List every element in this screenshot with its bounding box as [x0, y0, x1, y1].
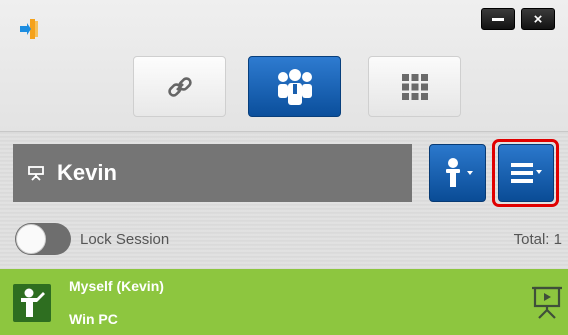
users-icon	[277, 68, 312, 105]
app-window: × Kevin Lock Session Total: 1 Myself (Ke…	[0, 0, 568, 335]
minimize-icon	[492, 17, 504, 21]
present-screen-icon[interactable]	[531, 285, 563, 321]
current-user-name: Kevin	[57, 160, 117, 185]
session-panel: Kevin Lock Session Total: 1	[0, 132, 568, 269]
presenter-role-icon	[445, 158, 473, 187]
presenter-board-icon	[28, 166, 44, 181]
participant-row[interactable]: Myself (Kevin) Win PC	[0, 269, 568, 335]
lock-session-label: Lock Session	[80, 231, 170, 248]
total-count: Total: 1	[513, 231, 562, 248]
close-icon: ×	[533, 10, 543, 28]
title-bar: ×	[0, 0, 568, 132]
link-icon	[167, 76, 192, 97]
participant-device: Win PC	[69, 311, 118, 327]
role-dropdown-button[interactable]	[429, 144, 486, 202]
participant-name: Myself (Kevin)	[69, 278, 164, 294]
grid-icon	[401, 73, 428, 100]
minimize-button[interactable]	[481, 8, 515, 30]
tab-link[interactable]	[133, 56, 226, 117]
tab-users[interactable]	[248, 56, 341, 117]
toggle-knob	[16, 224, 46, 254]
presenter-icon	[13, 284, 51, 322]
close-button[interactable]: ×	[521, 8, 555, 30]
tab-grid[interactable]	[368, 56, 461, 117]
current-user-bar: Kevin	[13, 144, 412, 202]
menu-dropdown-button[interactable]	[498, 144, 554, 202]
app-logo-icon	[18, 18, 40, 40]
lock-session-toggle[interactable]	[15, 223, 71, 255]
hamburger-menu-icon	[511, 163, 542, 183]
